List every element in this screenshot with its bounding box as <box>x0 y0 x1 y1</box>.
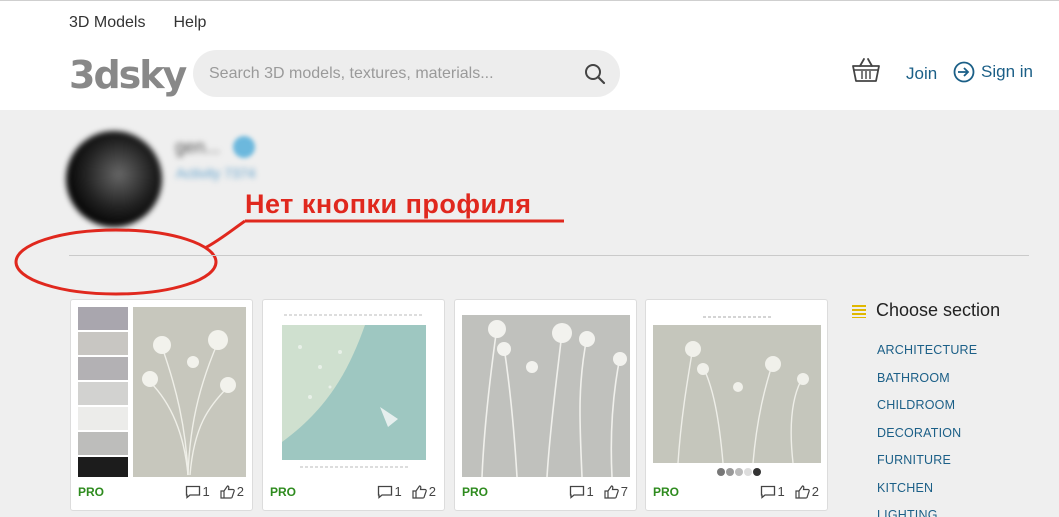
comment-icon <box>760 485 775 499</box>
comment-icon <box>569 485 584 499</box>
category-list: ARCHITECTURE BATHROOM CHILDROOM DECORATI… <box>877 343 977 517</box>
model-thumbnail[interactable] <box>653 307 821 477</box>
comment-count: 1 <box>394 484 402 499</box>
choose-section-heading: Choose section <box>852 300 1000 321</box>
top-nav: 3D Models Help <box>69 14 206 32</box>
like-icon[interactable] <box>604 484 619 499</box>
pro-badge: PRO <box>78 485 105 499</box>
signin-icon <box>953 61 975 83</box>
model-card[interactable]: PRO 1 2 <box>70 299 253 511</box>
category-bathroom[interactable]: BATHROOM <box>877 371 977 399</box>
nav-3d-models[interactable]: 3D Models <box>69 14 145 32</box>
avatar <box>66 131 162 227</box>
signin-label: Sign in <box>981 62 1033 81</box>
annotation-ellipse <box>14 228 218 296</box>
category-architecture[interactable]: ARCHITECTURE <box>877 343 977 371</box>
comment-count: 1 <box>586 484 594 499</box>
model-thumbnail[interactable] <box>270 307 438 477</box>
like-count: 2 <box>428 484 436 499</box>
search-icon[interactable] <box>584 63 606 90</box>
join-link[interactable]: Join <box>906 64 937 84</box>
like-icon[interactable] <box>795 484 810 499</box>
profile-badge-icon <box>233 136 255 158</box>
card-stats: 1 7 <box>569 484 628 499</box>
nav-help[interactable]: Help <box>173 14 206 32</box>
comment-icon <box>185 485 200 499</box>
card-stats: 1 2 <box>377 484 436 499</box>
model-thumbnail[interactable] <box>78 307 246 477</box>
like-icon[interactable] <box>220 484 235 499</box>
choose-section-label: Choose section <box>876 300 1001 320</box>
category-kitchen[interactable]: KITCHEN <box>877 481 977 509</box>
pro-badge: PRO <box>270 485 297 499</box>
annotation-text: Нет кнопки профиля <box>245 189 532 219</box>
site-header: 3D Models Help 3dsky Join Sign in <box>0 0 1059 110</box>
card-stats: 1 2 <box>185 484 244 499</box>
signin-link[interactable]: Sign in <box>953 61 1033 83</box>
search-box <box>193 50 620 97</box>
profile-name: gen... <box>175 137 221 157</box>
comment-count: 1 <box>202 484 210 499</box>
site-logo[interactable]: 3dsky <box>69 53 187 97</box>
category-lighting[interactable]: LIGHTING <box>877 508 977 517</box>
like-icon[interactable] <box>412 484 427 499</box>
model-card[interactable]: PRO 1 2 <box>262 299 445 511</box>
like-count: 7 <box>620 484 628 499</box>
pro-badge: PRO <box>462 485 489 499</box>
pro-badge: PRO <box>653 485 680 499</box>
category-childroom[interactable]: CHILDROOM <box>877 398 977 426</box>
model-thumbnail[interactable] <box>462 307 630 477</box>
profile-divider <box>69 255 1029 256</box>
like-count: 2 <box>236 484 244 499</box>
card-stats: 1 2 <box>760 484 819 499</box>
model-card[interactable]: PRO 1 7 <box>454 299 637 511</box>
comment-count: 1 <box>777 484 785 499</box>
comment-icon <box>377 485 392 499</box>
model-card[interactable]: PRO 1 2 <box>645 299 828 511</box>
menu-lines-icon <box>852 304 866 318</box>
category-furniture[interactable]: FURNITURE <box>877 453 977 481</box>
cart-icon[interactable] <box>851 57 881 88</box>
category-decoration[interactable]: DECORATION <box>877 426 977 454</box>
search-input[interactable] <box>209 50 579 97</box>
like-count: 2 <box>811 484 819 499</box>
profile-rating: Activity 7374 <box>176 165 256 181</box>
color-swatches <box>717 468 761 476</box>
annotation-pointer <box>204 219 246 250</box>
